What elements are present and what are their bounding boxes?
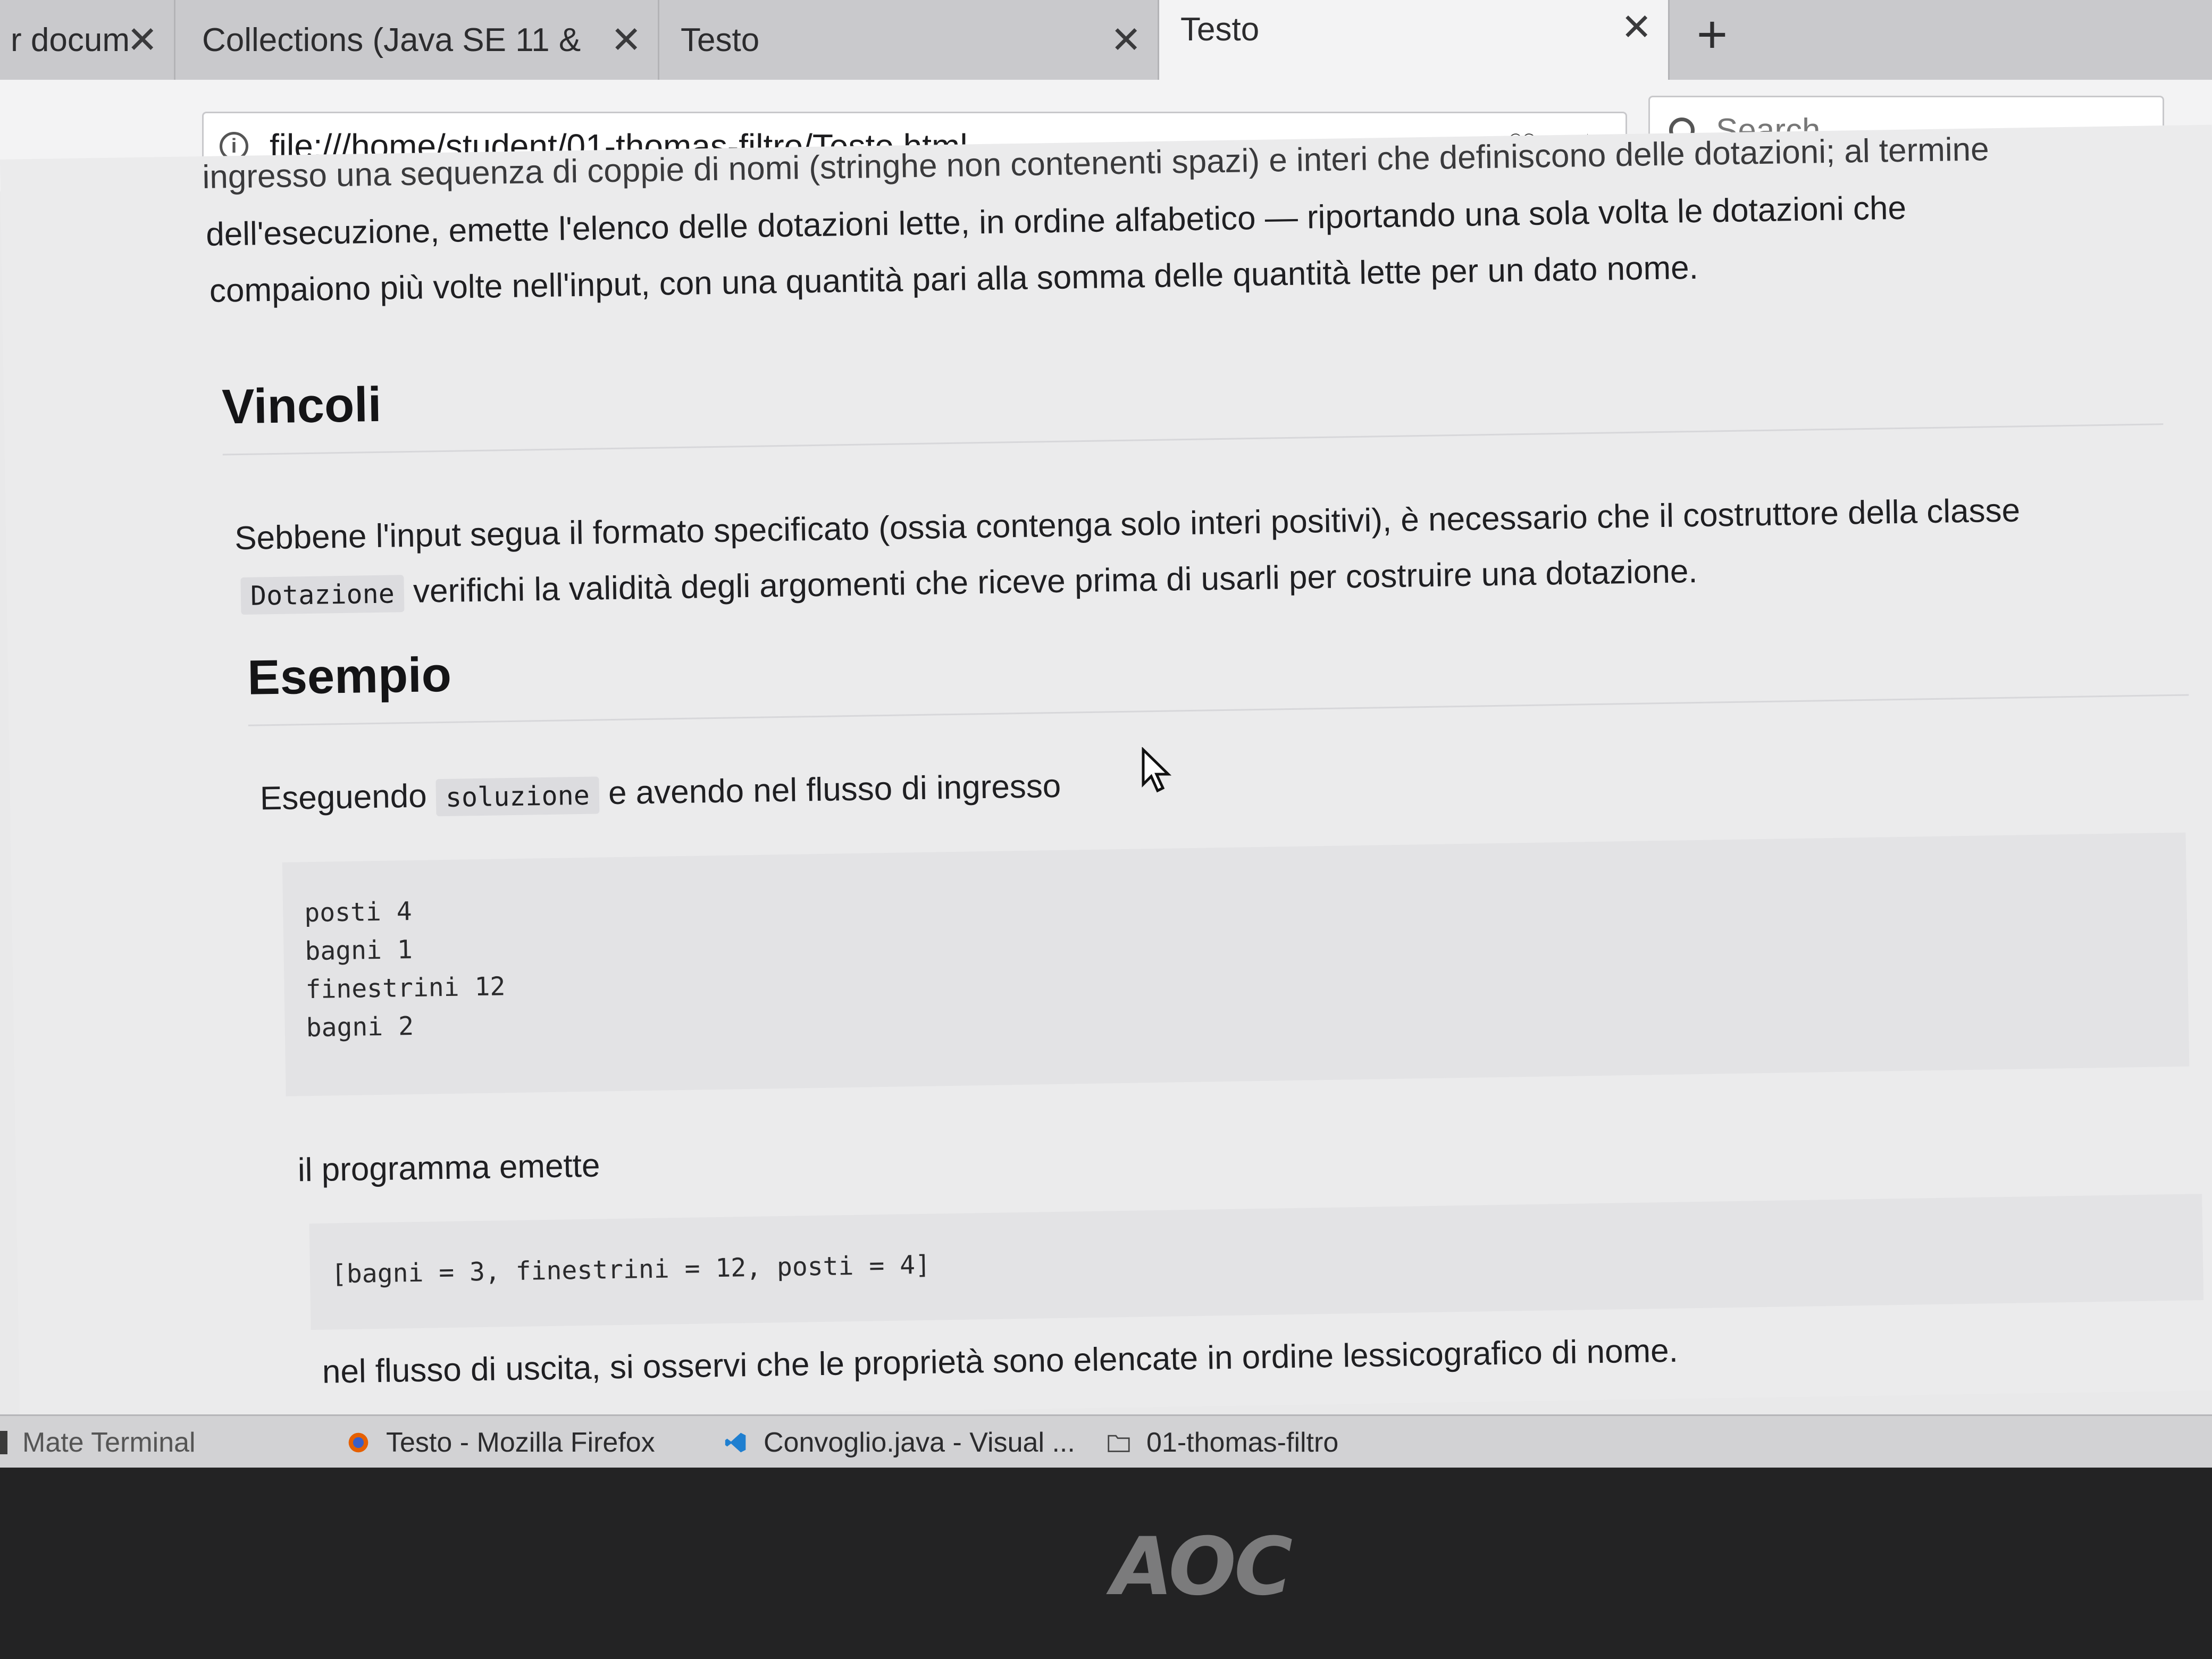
taskbar-label: Convoglio.java - Visual ... <box>764 1427 1075 1458</box>
monitor-bezel <box>0 1468 2212 1659</box>
vscode-icon <box>725 1432 746 1453</box>
firefox-icon <box>348 1432 368 1453</box>
taskbar-item-firefox[interactable]: Testo - Mozilla Firefox <box>346 1427 655 1459</box>
vincoli-line-1: Sebbene l'input segua il formato specifi… <box>234 492 2021 557</box>
closing-text: nel flusso di uscita, si osservi che le … <box>322 1332 1679 1390</box>
divider <box>222 423 2164 456</box>
output-line: [bagni = 3, finestrini = 12, posti = 4] <box>331 1250 931 1289</box>
close-tab-icon[interactable]: ✕ <box>127 18 158 62</box>
esempio-line: Eseguendo soluzione e avendo nel flusso … <box>259 760 1061 825</box>
monitor-photo: r docum ✕ Collections (Java SE 11 & JD ✕… <box>0 0 2212 1659</box>
heading-vincoli: Vincoli <box>221 377 382 434</box>
heading-esempio: Esempio <box>247 647 452 705</box>
code-dotazione: Dotazione <box>240 575 405 615</box>
taskbar-label: Mate Terminal <box>22 1427 196 1458</box>
tab-docum[interactable]: r docum ✕ <box>0 0 175 80</box>
tab-label: Testo <box>1180 11 1260 48</box>
new-tab-button[interactable]: + <box>1680 0 1744 69</box>
input-code-block: posti 4 bagni 1 finestrini 12 bagni 2 <box>282 832 2190 1096</box>
emits-text: il programma emette <box>297 1147 600 1189</box>
tab-collections[interactable]: Collections (Java SE 11 & JD ✕ <box>175 0 659 80</box>
esempio-pre-text: Eseguendo <box>259 777 428 817</box>
monitor-brand-logo: AOC <box>1111 1521 1293 1613</box>
screen: r docum ✕ Collections (Java SE 11 & JD ✕… <box>0 0 2212 1468</box>
close-tab-icon[interactable]: ✕ <box>1110 18 1142 62</box>
tab-label: r docum <box>11 21 130 58</box>
tab-testo[interactable]: Testo ✕ <box>659 0 1159 80</box>
esempio-post-text: e avendo nel flusso di ingresso <box>608 767 1061 812</box>
taskbar-label: 01-thomas-filtro <box>1146 1427 1339 1458</box>
taskbar: Mate Terminal Testo - Mozilla Firefox Co… <box>0 1414 2212 1468</box>
divider <box>248 694 2189 726</box>
terminal-icon <box>0 1431 7 1454</box>
close-tab-icon[interactable]: ✕ <box>610 18 642 62</box>
output-code-block: [bagni = 3, finestrini = 12, posti = 4] <box>309 1194 2204 1330</box>
vincoli-line-2-text: verifichi la validità degli argomenti ch… <box>413 552 1698 610</box>
close-tab-icon[interactable]: ✕ <box>1621 5 1652 49</box>
tab-testo-active[interactable]: Testo ✕ <box>1159 0 1670 85</box>
tab-strip: r docum ✕ Collections (Java SE 11 & JD ✕… <box>0 0 2212 85</box>
taskbar-item-vscode[interactable]: Convoglio.java - Visual ... <box>723 1427 1075 1459</box>
taskbar-item-terminal[interactable]: Mate Terminal <box>0 1427 196 1459</box>
tab-label: Testo <box>681 21 760 58</box>
code-soluzione: soluzione <box>435 776 600 817</box>
taskbar-label: Testo - Mozilla Firefox <box>386 1427 655 1458</box>
taskbar-item-folder[interactable]: 01-thomas-filtro <box>1106 1427 1338 1459</box>
tab-label: Collections (Java SE 11 & JD <box>202 21 590 58</box>
folder-icon <box>1108 1435 1130 1452</box>
page-content: ingresso una sequenza di coppie di nomi … <box>0 124 2212 1425</box>
mouse-cursor-icon <box>1142 747 1172 793</box>
